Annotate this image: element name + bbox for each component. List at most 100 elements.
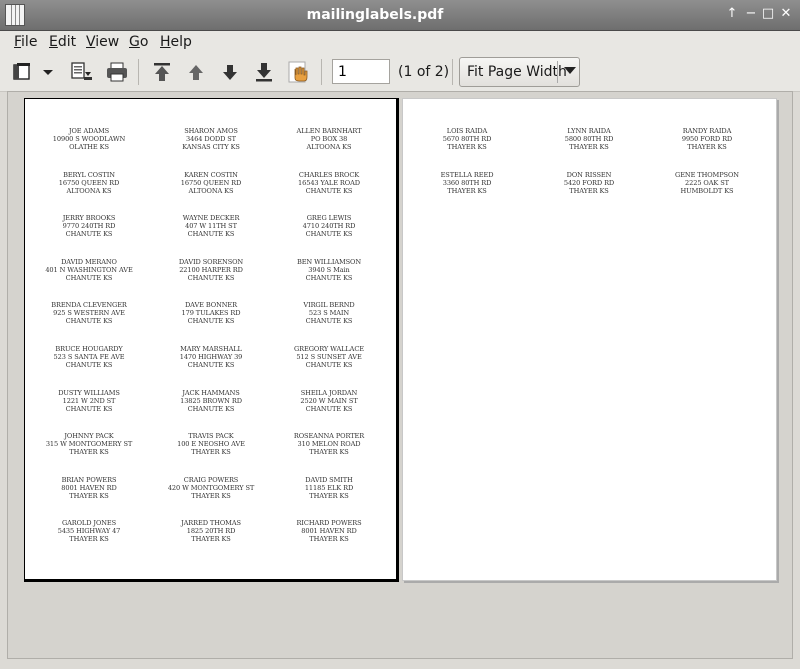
label-city: THAYER KS [191,491,231,500]
mailing-label: CRAIG POWERS 420 W MONTGOMERY ST THAYER KS [156,476,266,501]
mailing-label: DON RISSEN 5420 FORD RD THAYER KS [534,171,644,196]
window-bottom-border [0,659,800,669]
mailing-label: ROSEANNA PORTER 310 MELON ROAD THAYER KS [274,432,384,457]
mailing-label: JOHNNY PACK 315 W MONTGOMERY ST THAYER KS [34,432,144,457]
sidebar-icon[interactable] [10,60,36,84]
print-icon[interactable] [104,60,130,84]
label-city: CHANUTE KS [187,229,235,238]
label-city: CHANUTE KS [187,404,235,413]
mailing-label: GREG LEWIS 4710 240TH RD CHANUTE KS [274,214,384,239]
menu-go[interactable]: Go [129,34,148,50]
label-city: CHANUTE KS [305,229,353,238]
document-viewer[interactable]: JOE ADAMS 10900 S WOODLAWN OLATHE KS SHARON… [7,91,793,659]
close-button[interactable]: ✕ [778,6,794,22]
label-city: CHANUTE KS [305,186,353,195]
chevron-down-icon [564,67,576,74]
label-city: CHANUTE KS [65,229,113,238]
menu-file[interactable]: File [14,34,37,50]
mailing-label: BERYL COSTIN 16750 QUEEN RD ALTOONA KS [34,171,144,196]
label-city: CHANUTE KS [305,273,353,282]
pdf-page-1: JOE ADAMS 10900 S WOODLAWN OLATHE KS SHARON… [24,98,399,582]
page-layout-icon[interactable] [68,60,94,84]
mailing-label: DAVID SORENSON 22100 HARPER RD CHANUTE KS [156,258,266,283]
mailing-label: BEN WILLIAMSON 3940 S Main CHANUTE KS [274,258,384,283]
first-page-icon[interactable] [149,60,175,84]
label-city: CHANUTE KS [305,360,353,369]
mailing-label: BRIAN POWERS 8001 HAVEN RD THAYER KS [34,476,144,501]
minimize-button[interactable]: − [743,6,759,22]
label-city: THAYER KS [191,534,231,543]
mailing-label: DAVID MERANO 401 N WASHINGTON AVE CHANUTE … [34,258,144,283]
mailing-label: DAVID SMITH 11185 ELK RD THAYER KS [274,476,384,501]
label-city: ALTOONA KS [66,186,112,195]
menu-bar: File Edit View Go Help [0,31,800,53]
mailing-label: TRAVIS PACK 100 E NEOSHO AVE THAYER KS [156,432,266,457]
label-city: THAYER KS [447,142,487,151]
zoom-divider [557,61,558,83]
zoom-select-label: Fit Page Width [467,64,567,80]
label-city: HUMBOLDT KS [680,186,734,195]
mailing-label: JARRED THOMAS 1825 20TH RD THAYER KS [156,519,266,544]
window-title: mailinglabels.pdf [306,7,444,23]
label-city: ALTOONA KS [306,142,352,151]
last-page-icon[interactable] [251,60,277,84]
label-city: CHANUTE KS [187,360,235,369]
mailing-label: ESTELLA REED 3360 80TH RD THAYER KS [412,171,522,196]
label-city: CHANUTE KS [65,360,113,369]
hand-tool-icon[interactable] [286,60,312,84]
mailing-label: GENE THOMPSON 2225 OAK ST HUMBOLDT KS [652,171,762,196]
mailing-label: SHARON AMOS 3464 DODD ST KANSAS CITY KS [156,127,266,152]
mailing-label: MARY MARSHALL 1470 HIGHWAY 39 CHANUTE KS [156,345,266,370]
mailing-label: DUSTY WILLIAMS 1221 W 2ND ST CHANUTE KS [34,389,144,414]
label-city: THAYER KS [687,142,727,151]
label-city: THAYER KS [569,186,609,195]
label-city: CHANUTE KS [65,316,113,325]
label-city: ALTOONA KS [188,186,234,195]
menu-view[interactable]: View [86,34,119,50]
zoom-select[interactable]: Fit Page Width [459,57,580,87]
mailing-label: RICHARD POWERS 8001 HAVEN RD THAYER KS [274,519,384,544]
label-city: CHANUTE KS [187,273,235,282]
mailing-label: BRUCE HOUGARDY 523 S SANTA FE AVE CHANUTE … [34,345,144,370]
page-number-input[interactable] [332,59,390,84]
label-city: THAYER KS [309,491,349,500]
label-city: THAYER KS [191,447,231,456]
next-page-icon[interactable] [217,60,243,84]
mailing-label: ALLEN BARNHART PO BOX 38 ALTOONA KS [274,127,384,152]
label-city: THAYER KS [569,142,609,151]
mailing-label: DAVE BONNER 179 TULAKES RD CHANUTE KS [156,301,266,326]
toolbar-separator [321,59,322,85]
pdf-page-2: LOIS RAIDA 5670 80TH RD THAYER KS LYNN RAID… [402,98,777,581]
toolbar-separator [138,59,139,85]
label-city: THAYER KS [69,534,109,543]
label-city: THAYER KS [69,491,109,500]
mailing-label: LOIS RAIDA 5670 80TH RD THAYER KS [412,127,522,152]
label-city: CHANUTE KS [187,316,235,325]
maximize-button[interactable]: □ [760,6,776,22]
title-bar: mailinglabels.pdf ↑ − □ ✕ [0,0,800,31]
page-count-label: (1 of 2) [398,64,450,80]
mailing-label: SHEILA JORDAN 2520 W MAIN ST CHANUTE KS [274,389,384,414]
label-city: OLATHE KS [69,142,109,151]
mailing-label: GAROLD JONES 5435 HIGHWAY 47 THAYER KS [34,519,144,544]
label-city: THAYER KS [447,186,487,195]
keep-above-button[interactable]: ↑ [724,6,740,22]
label-city: CHANUTE KS [65,273,113,282]
mailing-label: KAREN COSTIN 16750 QUEEN RD ALTOONA KS [156,171,266,196]
sidebar-dropdown-arrow-icon[interactable] [40,60,56,84]
menu-edit[interactable]: Edit [49,34,76,50]
mailing-label: VIRGIL BERND 523 S MAIN CHANUTE KS [274,301,384,326]
toolbar: (1 of 2) Fit Page Width [0,53,800,92]
mailing-label: JACK HAMMANS 13825 BROWN RD CHANUTE KS [156,389,266,414]
mailing-label: JERRY BROOKS 9770 240TH RD CHANUTE KS [34,214,144,239]
menu-help[interactable]: Help [160,34,192,50]
mailing-label: LYNN RAIDA 5800 80TH RD THAYER KS [534,127,644,152]
mailing-label: JOE ADAMS 10900 S WOODLAWN OLATHE KS [34,127,144,152]
label-city: CHANUTE KS [305,316,353,325]
label-city: THAYER KS [309,534,349,543]
label-city: CHANUTE KS [305,404,353,413]
label-city: KANSAS CITY KS [182,142,240,151]
previous-page-icon[interactable] [183,60,209,84]
mailing-label: CHARLES BROCK 16543 YALE ROAD CHANUTE KS [274,171,384,196]
mailing-label: RANDY RAIDA 9950 FORD RD THAYER KS [652,127,762,152]
